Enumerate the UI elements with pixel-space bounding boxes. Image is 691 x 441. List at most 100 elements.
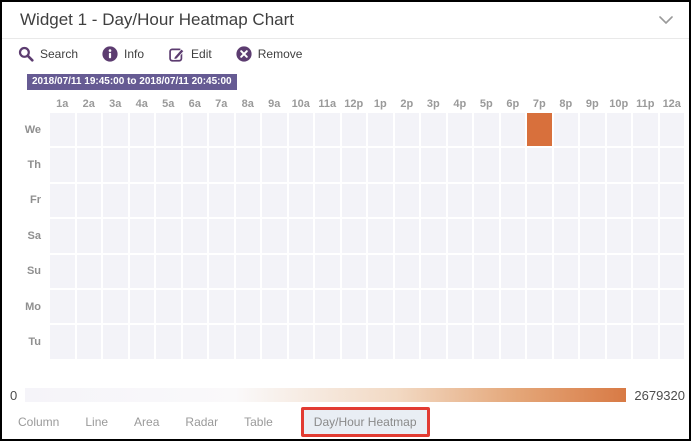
- heatmap-cell[interactable]: [660, 255, 685, 288]
- heatmap-cell[interactable]: [156, 148, 181, 181]
- chevron-down-icon[interactable]: [659, 16, 673, 24]
- heatmap-cell[interactable]: [660, 325, 685, 358]
- heatmap-cell[interactable]: [342, 184, 367, 217]
- heatmap-cell[interactable]: [554, 325, 579, 358]
- heatmap-cell[interactable]: [183, 184, 208, 217]
- heatmap-cell[interactable]: [580, 255, 605, 288]
- heatmap-cell[interactable]: [209, 219, 234, 252]
- heatmap-cell[interactable]: [501, 290, 526, 323]
- heatmap-cell[interactable]: [130, 325, 155, 358]
- info-button[interactable]: Info: [102, 46, 144, 62]
- heatmap-cell[interactable]: [130, 219, 155, 252]
- heatmap-cell[interactable]: [554, 290, 579, 323]
- heatmap-cell[interactable]: [183, 113, 208, 146]
- heatmap-cell[interactable]: [315, 219, 340, 252]
- heatmap-cell[interactable]: [50, 290, 75, 323]
- heatmap-cell[interactable]: [660, 290, 685, 323]
- heatmap-cell[interactable]: [289, 325, 314, 358]
- heatmap-cell[interactable]: [527, 255, 552, 288]
- heatmap-cell[interactable]: [50, 219, 75, 252]
- heatmap-cell[interactable]: [103, 113, 128, 146]
- heatmap-cell[interactable]: [421, 219, 446, 252]
- heatmap-cell[interactable]: [527, 148, 552, 181]
- heatmap-cell[interactable]: [103, 255, 128, 288]
- heatmap-cell[interactable]: [262, 325, 287, 358]
- heatmap-cell[interactable]: [448, 184, 473, 217]
- heatmap-cell[interactable]: [501, 255, 526, 288]
- heatmap-cell[interactable]: [342, 290, 367, 323]
- heatmap-cell[interactable]: [236, 113, 261, 146]
- heatmap-cell[interactable]: [130, 148, 155, 181]
- heatmap-cell[interactable]: [607, 325, 632, 358]
- heatmap-cell[interactable]: [50, 325, 75, 358]
- heatmap-cell[interactable]: [289, 219, 314, 252]
- heatmap-cell[interactable]: [607, 255, 632, 288]
- heatmap-cell[interactable]: [554, 113, 579, 146]
- heatmap-cell[interactable]: [77, 325, 102, 358]
- heatmap-cell[interactable]: [395, 219, 420, 252]
- heatmap-cell[interactable]: [501, 148, 526, 181]
- tab-column[interactable]: Column: [18, 415, 59, 429]
- tab-day-hour-heatmap[interactable]: Day/Hour Heatmap: [301, 407, 430, 437]
- heatmap-cell[interactable]: [130, 290, 155, 323]
- heatmap-cell[interactable]: [395, 184, 420, 217]
- tab-table[interactable]: Table: [244, 415, 273, 429]
- heatmap-cell[interactable]: [554, 148, 579, 181]
- heatmap-cell[interactable]: [421, 113, 446, 146]
- heatmap-cell[interactable]: [183, 148, 208, 181]
- heatmap-cell[interactable]: [342, 219, 367, 252]
- heatmap-cell[interactable]: [236, 219, 261, 252]
- heatmap-cell[interactable]: [50, 255, 75, 288]
- heatmap-cell[interactable]: [156, 184, 181, 217]
- heatmap-cell[interactable]: [183, 325, 208, 358]
- heatmap-cell[interactable]: [342, 255, 367, 288]
- heatmap-cell[interactable]: [262, 113, 287, 146]
- heatmap-cell[interactable]: [262, 148, 287, 181]
- heatmap-cell[interactable]: [660, 184, 685, 217]
- heatmap-cell[interactable]: [236, 148, 261, 181]
- heatmap-cell[interactable]: [289, 255, 314, 288]
- heatmap-cell[interactable]: [77, 113, 102, 146]
- heatmap-cell[interactable]: [156, 113, 181, 146]
- heatmap-cell[interactable]: [395, 148, 420, 181]
- edit-button[interactable]: Edit: [168, 46, 212, 63]
- heatmap-cell[interactable]: [448, 219, 473, 252]
- heatmap-cell[interactable]: [103, 184, 128, 217]
- heatmap-cell[interactable]: [633, 184, 658, 217]
- heatmap-cell[interactable]: [474, 113, 499, 146]
- heatmap-cell[interactable]: [660, 219, 685, 252]
- heatmap-cell[interactable]: [474, 290, 499, 323]
- heatmap-cell[interactable]: [501, 325, 526, 358]
- heatmap-cell[interactable]: [289, 290, 314, 323]
- heatmap-cell[interactable]: [448, 113, 473, 146]
- heatmap-cell[interactable]: [527, 113, 552, 146]
- heatmap-cell[interactable]: [395, 113, 420, 146]
- heatmap-cell[interactable]: [289, 184, 314, 217]
- heatmap-cell[interactable]: [156, 290, 181, 323]
- heatmap-cell[interactable]: [633, 325, 658, 358]
- heatmap-cell[interactable]: [395, 255, 420, 288]
- heatmap-cell[interactable]: [448, 325, 473, 358]
- heatmap-cell[interactable]: [209, 148, 234, 181]
- heatmap-cell[interactable]: [156, 255, 181, 288]
- heatmap-cell[interactable]: [130, 184, 155, 217]
- heatmap-cell[interactable]: [342, 113, 367, 146]
- heatmap-cell[interactable]: [421, 290, 446, 323]
- heatmap-cell[interactable]: [633, 290, 658, 323]
- heatmap-cell[interactable]: [633, 113, 658, 146]
- heatmap-cell[interactable]: [50, 184, 75, 217]
- heatmap-cell[interactable]: [50, 113, 75, 146]
- heatmap-cell[interactable]: [580, 290, 605, 323]
- heatmap-cell[interactable]: [315, 290, 340, 323]
- heatmap-cell[interactable]: [474, 148, 499, 181]
- heatmap-cell[interactable]: [209, 325, 234, 358]
- heatmap-cell[interactable]: [501, 219, 526, 252]
- remove-button[interactable]: Remove: [236, 46, 303, 62]
- heatmap-cell[interactable]: [262, 290, 287, 323]
- heatmap-cell[interactable]: [501, 113, 526, 146]
- heatmap-cell[interactable]: [103, 219, 128, 252]
- tab-radar[interactable]: Radar: [185, 415, 218, 429]
- heatmap-cell[interactable]: [474, 325, 499, 358]
- heatmap-cell[interactable]: [421, 325, 446, 358]
- heatmap-cell[interactable]: [315, 255, 340, 288]
